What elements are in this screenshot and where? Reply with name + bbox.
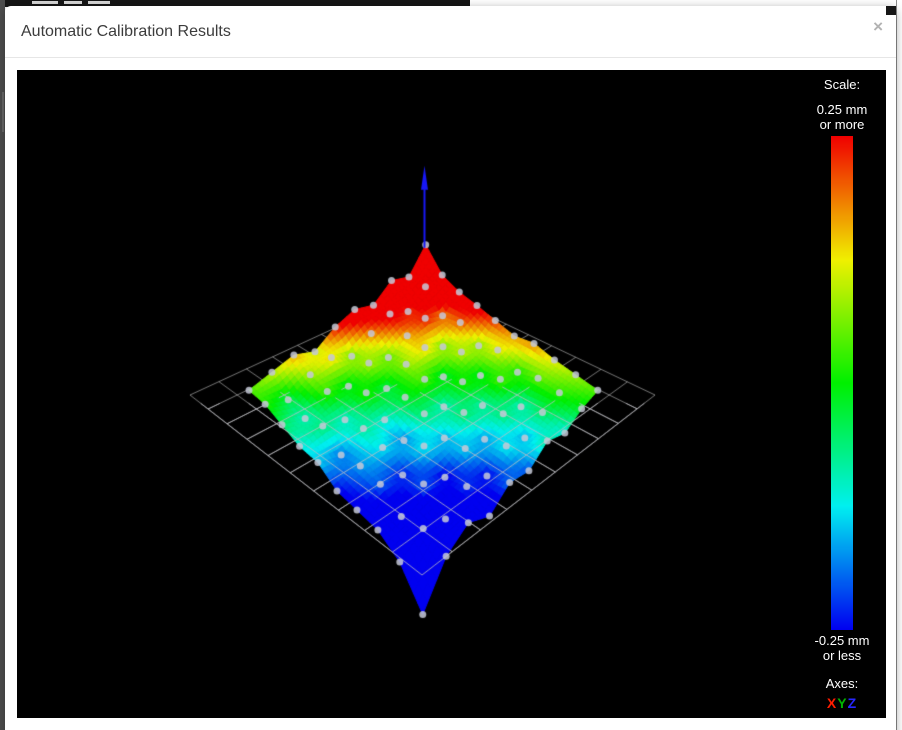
- background-text-fragment: [64, 1, 82, 4]
- scale-legend: Scale: 0.25 mm or more -0.25 mm or less …: [792, 70, 892, 711]
- close-icon[interactable]: ×: [873, 18, 883, 35]
- background-text-fragment: [32, 1, 58, 4]
- axes-legend: XYZ: [827, 696, 857, 711]
- background-text-fragment: [88, 1, 110, 4]
- calibration-3d-plot[interactable]: [17, 70, 886, 718]
- window-edge-line: [896, 0, 897, 730]
- x-axis-label: X: [827, 695, 837, 711]
- modal-header: Automatic Calibration Results ×: [5, 6, 896, 58]
- y-axis-label: Y: [837, 695, 847, 711]
- z-axis-label: Z: [848, 695, 858, 711]
- calibration-results-modal: Automatic Calibration Results × Scale: 0…: [5, 6, 896, 730]
- scale-colorbar: [831, 136, 853, 630]
- modal-title: Automatic Calibration Results: [21, 23, 231, 41]
- plot-panel: Scale: 0.25 mm or more -0.25 mm or less …: [17, 70, 886, 718]
- scale-min-sublabel: or less: [823, 648, 861, 663]
- scale-min-label: -0.25 mm: [815, 633, 870, 648]
- scale-max-label: 0.25 mm: [817, 102, 868, 117]
- axes-heading: Axes:: [826, 676, 859, 691]
- page-background: Automatic Calibration Results × Scale: 0…: [0, 0, 902, 730]
- scale-heading: Scale:: [824, 77, 860, 92]
- background-button-fragment: [2, 92, 4, 132]
- scale-max-sublabel: or more: [820, 117, 865, 132]
